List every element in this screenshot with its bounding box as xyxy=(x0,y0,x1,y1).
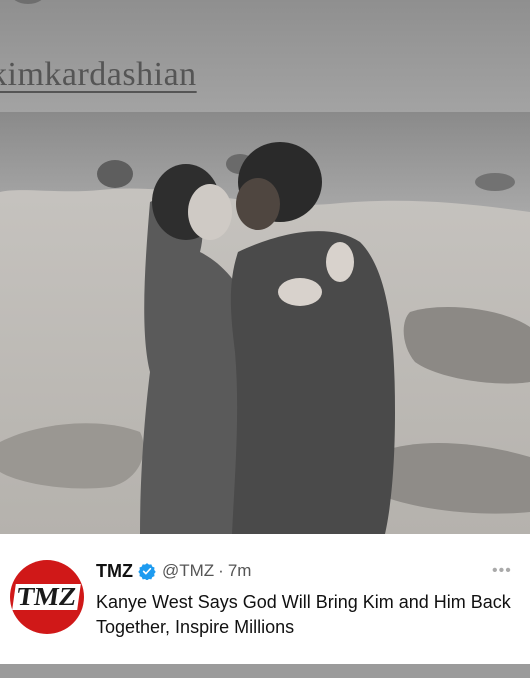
more-options-icon[interactable]: ••• xyxy=(492,562,512,580)
tweet-header: TMZ @TMZ · 7m xyxy=(96,560,251,582)
tweet-text: Kanye West Says God Will Bring Kim and H… xyxy=(96,592,511,637)
tweet-author-name[interactable]: TMZ xyxy=(96,561,133,582)
story-header: kimkardashian xyxy=(0,0,530,112)
verified-badge-icon xyxy=(138,563,156,580)
separator-dot: · xyxy=(218,561,224,580)
bottom-strip xyxy=(0,664,530,678)
partial-glyph xyxy=(10,0,46,4)
story-photo xyxy=(0,112,530,534)
tweet-handle[interactable]: @TMZ xyxy=(162,561,214,581)
photo-illustration xyxy=(0,112,530,534)
avatar-logo-text: TMZ xyxy=(12,582,82,611)
tmz-avatar[interactable]: TMZ xyxy=(10,560,84,634)
tweet-card[interactable]: TMZ TMZ @TMZ · 7m ••• Kanye West Says Go… xyxy=(0,534,530,664)
tweet-timestamp: 7m xyxy=(227,561,252,580)
username-label[interactable]: kimkardashian xyxy=(0,56,197,94)
